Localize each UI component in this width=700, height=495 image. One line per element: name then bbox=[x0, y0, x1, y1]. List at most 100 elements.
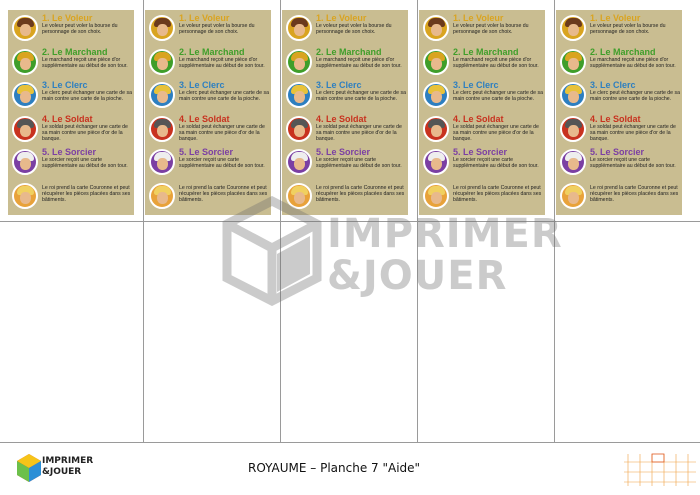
help-card: 1. Le Voleur Le voleur peut voler la bour… bbox=[145, 10, 271, 215]
character-avatar-icon bbox=[560, 48, 586, 75]
role-description: Le sorcier reçoit une carte supplémentai… bbox=[453, 157, 539, 169]
help-card: 1. Le Voleur Le voleur peut voler la bour… bbox=[282, 10, 408, 215]
role-row: 3. Le Clerc Le clerc peut échanger une ca… bbox=[11, 80, 132, 114]
role-name: 1. Le Voleur bbox=[453, 13, 504, 23]
watermark-line2: &JOUER bbox=[327, 253, 508, 299]
role-description: Le marchand reçoit une pièce d'or supplé… bbox=[453, 56, 539, 69]
role-name: 3. Le Clerc bbox=[42, 80, 88, 90]
logo-line1: IMPRIMER bbox=[42, 456, 94, 466]
role-name: 4. Le Soldat bbox=[316, 113, 367, 124]
character-avatar-icon bbox=[560, 149, 586, 175]
avatar-face bbox=[431, 24, 442, 36]
role-row: 1. Le Voleur Le voleur peut voler la bour… bbox=[285, 13, 405, 47]
role-row: 4. Le Soldat Le soldat peut échanger une … bbox=[285, 114, 405, 148]
role-name: 3. Le Clerc bbox=[590, 80, 636, 90]
role-description: Le marchand reçoit une pièce d'or supplé… bbox=[179, 56, 265, 69]
role-row: 5. Le Sorcier Le sorcier reçoit une carte… bbox=[422, 147, 542, 181]
character-avatar-icon bbox=[12, 48, 38, 75]
grid-line-h2 bbox=[0, 442, 700, 443]
avatar-face bbox=[294, 124, 305, 137]
role-name: 4. Le Soldat bbox=[42, 113, 93, 124]
role-description: Le sorcier reçoit une carte supplémentai… bbox=[42, 157, 128, 169]
help-card: 1. Le Voleur Le voleur peut voler la bour… bbox=[556, 10, 682, 215]
character-avatar-icon bbox=[286, 48, 312, 75]
watermark-line1: IMPRIMER bbox=[327, 211, 563, 257]
character-avatar-icon bbox=[560, 82, 586, 108]
watermark: IMPRIMER &JOUER bbox=[222, 188, 562, 328]
character-avatar-icon bbox=[149, 82, 175, 108]
role-description: Le marchand reçoit une pièce d'or supplé… bbox=[42, 56, 128, 69]
role-row: 4. Le Soldat Le soldat peut échanger une … bbox=[148, 114, 268, 148]
avatar-face bbox=[568, 191, 579, 204]
role-description: Le voleur peut voler la bourse du person… bbox=[179, 23, 255, 35]
character-avatar-icon bbox=[149, 182, 175, 209]
avatar-face bbox=[431, 158, 442, 170]
box-icon bbox=[222, 196, 322, 306]
avatar-face bbox=[157, 158, 168, 170]
role-name: 4. Le Soldat bbox=[590, 113, 641, 124]
role-name: 1. Le Voleur bbox=[179, 13, 230, 23]
character-avatar-icon bbox=[149, 48, 175, 75]
avatar-face bbox=[568, 124, 579, 137]
role-description: Le soldat peut échanger une carte de sa … bbox=[453, 123, 539, 142]
role-name: 2. Le Marchand bbox=[42, 46, 108, 57]
character-avatar-icon bbox=[423, 115, 449, 142]
character-avatar-icon bbox=[423, 82, 449, 108]
role-description: Le soldat peut échanger une carte de sa … bbox=[42, 123, 128, 142]
role-name: 5. Le Sorcier bbox=[179, 147, 234, 157]
role-description: Le soldat peut échanger une carte de sa … bbox=[179, 123, 265, 142]
role-row: 2. Le Marchand Le marchand reçoit une piè… bbox=[559, 47, 679, 81]
role-description: Le sorcier reçoit une carte supplémentai… bbox=[179, 157, 265, 169]
role-description: Le clerc peut échanger une carte de sa m… bbox=[42, 90, 132, 102]
role-row: 1. Le Voleur Le voleur peut voler la bour… bbox=[559, 13, 679, 47]
role-name: 4. Le Soldat bbox=[453, 113, 504, 124]
avatar-face bbox=[157, 124, 168, 137]
character-avatar-icon bbox=[149, 115, 175, 142]
role-name: 2. Le Marchand bbox=[179, 46, 245, 57]
role-row: 2. Le Marchand Le marchand reçoit une piè… bbox=[422, 47, 542, 81]
character-avatar-icon bbox=[12, 15, 38, 41]
avatar-face bbox=[294, 24, 305, 36]
role-row: 1. Le Voleur Le voleur peut voler la bour… bbox=[422, 13, 542, 47]
role-name: 1. Le Voleur bbox=[590, 13, 641, 23]
role-description: Le voleur peut voler la bourse du person… bbox=[316, 23, 392, 35]
avatar-face bbox=[431, 91, 442, 103]
character-avatar-icon bbox=[149, 15, 175, 41]
role-name: 5. Le Sorcier bbox=[590, 147, 645, 157]
role-row: Le roi prend la carte Couronne et peut r… bbox=[11, 181, 131, 215]
character-avatar-icon bbox=[423, 15, 449, 41]
role-name: 5. Le Sorcier bbox=[453, 147, 508, 157]
role-name: 1. Le Voleur bbox=[316, 13, 367, 23]
role-description: Le voleur peut voler la bourse du person… bbox=[590, 23, 666, 35]
avatar-face bbox=[20, 124, 31, 137]
avatar-face bbox=[20, 191, 31, 204]
avatar-face bbox=[157, 91, 168, 103]
role-description: Le soldat peut échanger une carte de sa … bbox=[316, 123, 402, 142]
role-description: Le clerc peut échanger une carte de sa m… bbox=[316, 90, 406, 102]
role-name: 3. Le Clerc bbox=[453, 80, 499, 90]
role-description: Le voleur peut voler la bourse du person… bbox=[42, 23, 118, 35]
role-row: 2. Le Marchand Le marchand reçoit une piè… bbox=[148, 47, 268, 81]
avatar-face bbox=[294, 91, 305, 103]
role-row: 3. Le Clerc Le clerc peut échanger une ca… bbox=[148, 80, 269, 114]
page-title: ROYAUME – Planche 7 "Aide" bbox=[248, 461, 421, 475]
role-row: 1. Le Voleur Le voleur peut voler la bour… bbox=[148, 13, 268, 47]
character-avatar-icon bbox=[12, 115, 38, 142]
role-description: Le clerc peut échanger une carte de sa m… bbox=[179, 90, 269, 102]
print-grid-icon bbox=[624, 453, 696, 486]
character-avatar-icon bbox=[12, 149, 38, 175]
avatar-face bbox=[157, 24, 168, 36]
avatar-face bbox=[568, 57, 579, 70]
avatar-face bbox=[568, 91, 579, 103]
character-avatar-icon bbox=[560, 115, 586, 142]
avatar-face bbox=[20, 57, 31, 70]
role-description: Le sorcier reçoit une carte supplémentai… bbox=[590, 157, 676, 169]
avatar-face bbox=[431, 124, 442, 137]
role-row: 3. Le Clerc Le clerc peut échanger une ca… bbox=[285, 80, 406, 114]
role-row: 3. Le Clerc Le clerc peut échanger une ca… bbox=[559, 80, 680, 114]
avatar-face bbox=[568, 24, 579, 36]
avatar-face bbox=[294, 57, 305, 70]
character-avatar-icon bbox=[560, 182, 586, 209]
role-name: 5. Le Sorcier bbox=[42, 147, 97, 157]
role-description: Le marchand reçoit une pièce d'or supplé… bbox=[316, 56, 402, 69]
